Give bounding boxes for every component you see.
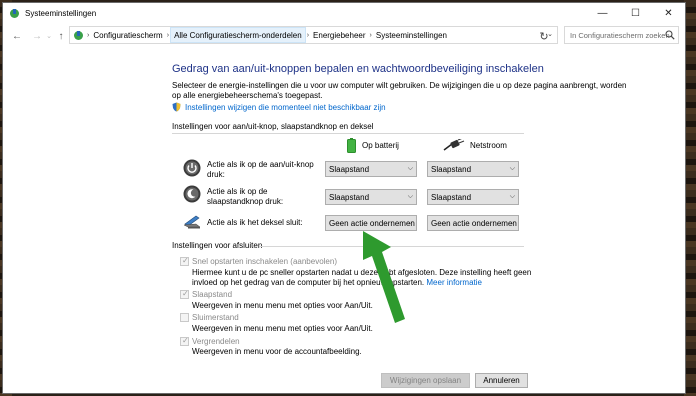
chevron-down-icon: ⌵ (509, 165, 515, 172)
select-value: Slaapstand (431, 192, 472, 202)
hibernate-description: Weergeven in menu menu met opties voor A… (192, 324, 373, 333)
hibernate-option[interactable]: Sluimerstand (180, 313, 239, 322)
breadcrumb-power-options[interactable]: Energiebeheer (310, 27, 368, 43)
fast-startup-option[interactable]: ✓ Snel opstarten inschakelen (aanbevolen… (180, 256, 337, 266)
lock-label: Vergrendelen (192, 337, 240, 346)
column-header-ac-label: Netstroom (470, 140, 507, 150)
back-button[interactable]: ← (9, 28, 25, 44)
select-value: Slaapstand (329, 164, 370, 174)
select-value: Slaapstand (431, 164, 472, 174)
lock-checkbox[interactable]: ✓ (180, 336, 189, 346)
section-title-buttons: Instellingen voor aan/uit-knop, slaapsta… (172, 122, 374, 131)
sleep-button-icon (183, 185, 201, 203)
up-button[interactable]: ↑ (53, 28, 69, 44)
battery-icon (347, 138, 356, 153)
select-value: Geen actie ondernemen (431, 218, 517, 228)
page-intro: Selecteer de energie-instellingen die u … (172, 81, 627, 100)
fast-startup-checkbox[interactable]: ✓ (180, 256, 189, 266)
control-panel-window: Systeeminstellingen — ☐ ✕ ← → ⌄ ↑ › Conf… (2, 2, 686, 394)
search-placeholder: In Configuratiescherm zoeken (570, 30, 670, 40)
uac-shield-icon (172, 102, 181, 112)
main-content: Gedrag van aan/uit-knoppen bepalen en wa… (3, 49, 685, 395)
column-header-ac: Netstroom (443, 139, 507, 151)
control-panel-icon (74, 30, 83, 40)
chevron-down-icon: ⌵ (509, 219, 515, 226)
address-row: ← → ⌄ ↑ › Configuratiescherm › Alle Conf… (3, 24, 685, 48)
lock-description: Weergeven in menu voor de accountafbeeld… (192, 347, 362, 356)
breadcrumb-control-panel[interactable]: Configuratiescherm (90, 27, 165, 43)
chevron-down-icon: ⌵ (407, 165, 413, 172)
sleep-button-battery-select[interactable]: Slaapstand ⌵ (325, 189, 417, 205)
sleep-option[interactable]: ✓ Slaapstand (180, 289, 233, 299)
close-button[interactable]: ✕ (652, 3, 685, 24)
checkmark-icon: ✓ (182, 336, 189, 345)
sleep-button-ac-select[interactable]: Slaapstand ⌵ (427, 189, 519, 205)
lid-close-action-label: Actie als ik het deksel sluit: (207, 218, 303, 227)
address-bar[interactable]: › Configuratiescherm › Alle Configuratie… (69, 26, 558, 44)
hibernate-checkbox[interactable] (180, 313, 189, 322)
breadcrumb-system-settings[interactable]: Systeeminstellingen (373, 27, 450, 43)
power-button-ac-select[interactable]: Slaapstand ⌵ (427, 161, 519, 177)
fast-startup-label: Snel opstarten inschakelen (aanbevolen) (192, 257, 337, 266)
search-icon[interactable] (665, 30, 675, 40)
window-controls: — ☐ ✕ (586, 3, 685, 24)
refresh-button[interactable]: ↻ (535, 28, 553, 44)
power-button-icon (183, 159, 201, 177)
forward-button[interactable]: → (29, 28, 45, 44)
section-title-shutdown: Instellingen voor afsluiten (172, 241, 263, 250)
hibernate-label: Sluimerstand (192, 313, 239, 322)
lock-option[interactable]: ✓ Vergrendelen (180, 336, 240, 346)
annotation-arrow-icon (363, 231, 405, 323)
page-title: Gedrag van aan/uit-knoppen bepalen en wa… (172, 63, 544, 75)
minimize-button[interactable]: — (586, 3, 619, 24)
save-changes-button[interactable]: Wijzigingen opslaan (381, 373, 470, 388)
breadcrumb-all-items[interactable]: Alle Configuratiescherm-onderdelen (170, 27, 306, 43)
select-value: Slaapstand (329, 192, 370, 202)
lid-close-ac-select[interactable]: Geen actie ondernemen ⌵ (427, 215, 519, 231)
change-unavailable-settings-label: Instellingen wijzigen die momenteel niet… (185, 102, 386, 112)
sleep-button-action-label: Actie als ik op de slaapstandknop druk: (207, 187, 284, 206)
window-title: Systeeminstellingen (25, 9, 97, 18)
more-info-link[interactable]: Meer informatie (426, 278, 482, 287)
title-bar[interactable]: Systeeminstellingen — ☐ ✕ (3, 3, 685, 24)
laptop-lid-icon (183, 215, 201, 229)
cancel-button[interactable]: Annuleren (475, 373, 528, 388)
chevron-down-icon: ⌵ (407, 193, 413, 200)
recent-locations-button[interactable]: ⌄ (45, 28, 53, 44)
checkmark-icon: ✓ (182, 289, 189, 298)
chevron-down-icon: ⌵ (509, 193, 515, 200)
control-panel-icon (10, 9, 19, 18)
maximize-button[interactable]: ☐ (619, 3, 652, 24)
section-divider (172, 133, 524, 134)
sleep-checkbox[interactable]: ✓ (180, 289, 189, 299)
power-button-battery-select[interactable]: Slaapstand ⌵ (325, 161, 417, 177)
column-header-battery: Op batterij (347, 138, 399, 153)
sleep-label: Slaapstand (192, 290, 233, 299)
chevron-down-icon: ⌵ (407, 219, 413, 226)
column-header-battery-label: Op batterij (362, 141, 399, 150)
change-unavailable-settings-link[interactable]: Instellingen wijzigen die momenteel niet… (172, 102, 386, 112)
search-box[interactable]: In Configuratiescherm zoeken (564, 26, 679, 44)
power-button-action-label: Actie als ik op de aan/uit-knop druk: (207, 160, 314, 179)
power-plug-icon (443, 139, 465, 151)
checkmark-icon: ✓ (182, 256, 189, 265)
select-value: Geen actie ondernemen (329, 218, 415, 228)
